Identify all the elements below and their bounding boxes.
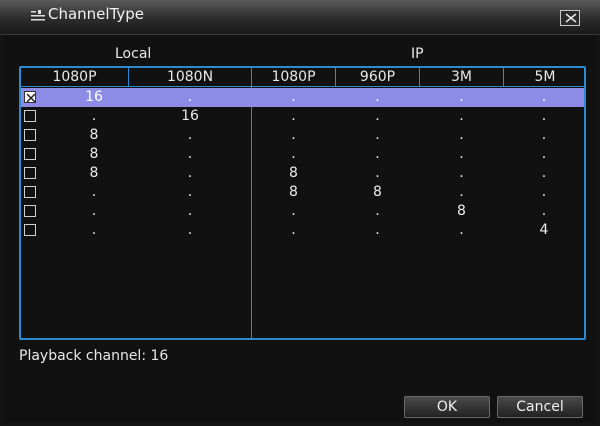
group-label-local: Local	[115, 46, 152, 62]
table-cell: .	[187, 203, 193, 219]
table-cell: .	[541, 108, 547, 124]
row-checkbox[interactable]	[24, 129, 36, 141]
table-cell: .	[375, 108, 380, 124]
table-cell: .	[291, 203, 296, 219]
table-cell: .	[459, 146, 464, 162]
table-cell: .	[541, 89, 547, 105]
table-cell: .	[375, 203, 380, 219]
table-cell: .	[541, 165, 547, 181]
table-cell: .	[459, 222, 464, 238]
table-cell: .	[541, 127, 547, 143]
table-cell: 8	[289, 165, 298, 181]
channel-type-dialog: ChannelType Local IP 1080P 1080N 1080P 9…	[0, 0, 600, 426]
table-cell: .	[187, 127, 193, 143]
table-cell: 8	[457, 203, 466, 219]
column-header: 1080P	[52, 69, 97, 85]
header-separator	[21, 86, 584, 87]
row-checkbox[interactable]	[24, 148, 36, 160]
table-cell: 8	[289, 184, 298, 200]
table-cell: .	[375, 222, 380, 238]
table-cell: .	[459, 165, 464, 181]
table-row[interactable]: ..88..	[21, 183, 584, 202]
table-cell: .	[459, 89, 464, 105]
table-row[interactable]: 8.....	[21, 126, 584, 145]
row-checkbox[interactable]	[24, 91, 36, 103]
column-header: 1080P	[271, 69, 316, 85]
table-row[interactable]: 8.....	[21, 145, 584, 164]
table-cell: .	[291, 89, 296, 105]
checkmark-icon	[26, 93, 36, 103]
row-checkbox[interactable]	[24, 110, 36, 122]
table-cell: 16	[181, 108, 199, 124]
table-cell: 8	[373, 184, 382, 200]
table-cell: .	[375, 165, 380, 181]
table-cell: 4	[539, 222, 549, 238]
dialog-title: ChannelType	[48, 5, 145, 23]
table-cell: .	[187, 146, 193, 162]
table-row[interactable]: .....4	[21, 221, 584, 240]
cancel-button[interactable]: Cancel	[497, 396, 583, 418]
title-bar: ChannelType	[0, 0, 600, 35]
table-cell: .	[459, 108, 464, 124]
table-cell: .	[291, 127, 296, 143]
row-checkbox[interactable]	[24, 224, 36, 236]
table-cell: .	[375, 146, 380, 162]
row-checkbox[interactable]	[24, 205, 36, 217]
table-cell: .	[187, 89, 193, 105]
row-checkbox[interactable]	[24, 186, 36, 198]
group-label-ip: IP	[411, 46, 424, 62]
table-cell: .	[291, 108, 296, 124]
table-row[interactable]: 8.8...	[21, 164, 584, 183]
column-header: 3M	[451, 69, 472, 85]
table-cell: .	[541, 146, 547, 162]
channel-type-icon	[30, 8, 46, 22]
table-cell: .	[291, 222, 296, 238]
column-header: 960P	[359, 69, 396, 85]
table-cell: .	[375, 127, 380, 143]
table-cell: .	[187, 165, 193, 181]
table-cell: .	[459, 184, 464, 200]
column-header: 5M	[534, 69, 556, 85]
close-button[interactable]	[560, 10, 580, 26]
table-row[interactable]: . 16....	[21, 107, 584, 126]
table-row[interactable]: ....8.	[21, 202, 584, 221]
table-cell: .	[291, 146, 296, 162]
table-cell: .	[541, 184, 547, 200]
column-header: 1080N	[166, 69, 214, 85]
close-icon	[565, 13, 577, 23]
table-row[interactable]: 16.....	[21, 88, 584, 107]
table-cell: .	[459, 127, 464, 143]
ok-button[interactable]: OK	[404, 396, 490, 418]
table-cell: .	[187, 222, 193, 238]
playback-channel-text: Playback channel: 16	[19, 348, 169, 364]
table-cell: .	[375, 89, 380, 105]
row-checkbox[interactable]	[24, 167, 36, 179]
table-cell: .	[541, 203, 547, 219]
table-cell: .	[187, 184, 193, 200]
